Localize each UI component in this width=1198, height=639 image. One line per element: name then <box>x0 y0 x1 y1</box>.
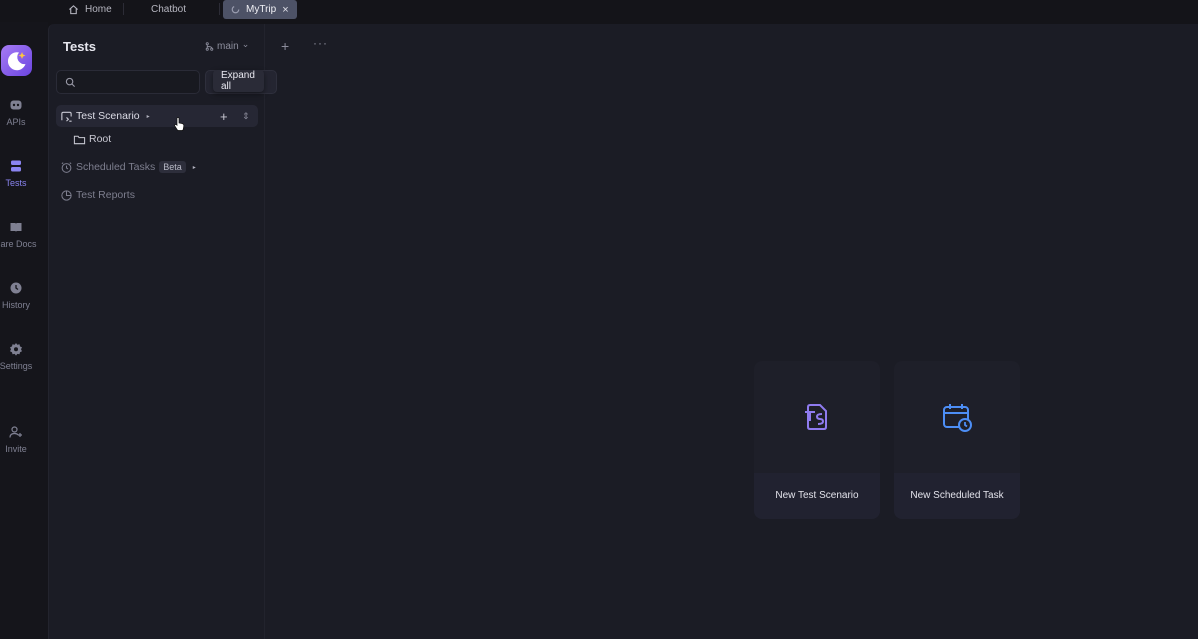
beta-badge: Beta <box>159 161 186 173</box>
search-input[interactable] <box>56 70 200 94</box>
chevron-down-icon: ⌄ <box>241 39 250 49</box>
rail-item-label: APIs <box>6 117 26 127</box>
api-icon <box>10 100 22 110</box>
card-icon-area <box>754 361 880 473</box>
add-tab-button[interactable]: + <box>281 38 289 54</box>
card-label: New Scheduled Task <box>910 490 1004 501</box>
tab-home-label: Home <box>85 4 112 15</box>
sort-icon[interactable]: ⇕ <box>242 111 250 122</box>
tab-strip: Home Chatbot MyTrip × <box>0 0 1198 22</box>
rail-item-share-docs[interactable]: hare Docs <box>0 220 40 249</box>
caret-right-icon[interactable]: ▸ <box>147 113 150 120</box>
docs-icon <box>10 223 22 232</box>
nav-rail: APIs Tests hare Docs History Settings In… <box>0 22 48 639</box>
card-icon-area <box>894 361 1020 473</box>
tests-panel: Tests main ⌄ Expand all Test Scenario ▸ … <box>48 24 1198 639</box>
branch-selector[interactable]: main ⌄ <box>205 39 250 52</box>
new-test-scenario-card[interactable]: New Test Scenario <box>754 361 880 519</box>
search-icon <box>65 77 76 88</box>
tests-tree-sidebar: Tests main ⌄ Expand all Test Scenario ▸ … <box>49 24 277 639</box>
tab-mytrip[interactable]: MyTrip × <box>223 0 297 19</box>
invite-icon <box>9 426 22 438</box>
branch-icon <box>205 42 214 51</box>
tree-item-label: Test Reports <box>76 189 135 201</box>
rail-item-tests[interactable]: Tests <box>0 159 40 188</box>
rail-item-label: Settings <box>0 361 33 371</box>
scenario-icon <box>61 111 72 122</box>
rail-item-settings[interactable]: Settings <box>0 342 40 371</box>
tab-home[interactable]: Home <box>68 0 112 19</box>
tree-item-label: Test Scenario <box>76 110 140 122</box>
loading-icon <box>231 5 240 14</box>
rail-item-invite[interactable]: Invite <box>0 425 40 454</box>
tab-chatbot[interactable]: Chatbot <box>151 0 186 19</box>
tree-item-scheduled-tasks[interactable]: Scheduled Tasks Beta ▸ <box>56 156 258 178</box>
close-icon[interactable]: × <box>282 4 288 16</box>
tab-separator <box>219 3 220 15</box>
add-scenario-button[interactable]: + <box>220 109 228 124</box>
tree-item-label: Root <box>89 133 112 145</box>
caret-right-icon[interactable]: ▸ <box>193 164 196 171</box>
expand-all-tooltip: Expand all <box>213 70 264 92</box>
rail-item-label: Tests <box>5 178 27 188</box>
tree-item-label: Scheduled Tasks <box>76 161 156 173</box>
home-icon <box>69 5 78 15</box>
tab-separator <box>123 3 124 15</box>
more-options-button[interactable]: ··· <box>313 36 328 50</box>
card-label: New Test Scenario <box>775 490 859 501</box>
tree-item-test-reports[interactable]: Test Reports <box>56 184 258 206</box>
ts-file-icon <box>805 404 827 430</box>
rail-item-label: History <box>1 300 30 310</box>
tab-chatbot-label: Chatbot <box>151 4 187 15</box>
tree-item-test-scenario[interactable]: Test Scenario ▸ + ⇕ <box>56 105 258 127</box>
rail-item-label: hare Docs <box>0 239 37 249</box>
reports-chart-icon <box>61 189 72 201</box>
new-scheduled-task-card[interactable]: New Scheduled Task <box>894 361 1020 519</box>
alarm-clock-icon <box>61 161 72 173</box>
branch-name: main <box>217 41 239 52</box>
rail-item-label: Invite <box>5 444 27 454</box>
settings-icon <box>10 343 22 356</box>
tab-mytrip-label: MyTrip <box>246 4 277 15</box>
history-icon <box>10 282 22 294</box>
calendar-clock-icon <box>943 404 972 432</box>
tree-item-root[interactable]: Root <box>69 128 258 150</box>
rail-item-apis[interactable]: APIs <box>0 98 40 127</box>
rail-item-history[interactable]: History <box>0 281 40 310</box>
hand-cursor-icon <box>174 117 185 131</box>
app-logo[interactable] <box>1 45 32 76</box>
page-title: Tests <box>63 39 96 54</box>
folder-icon <box>73 135 86 144</box>
tests-icon <box>11 160 21 172</box>
moon-logo-icon <box>7 52 26 71</box>
